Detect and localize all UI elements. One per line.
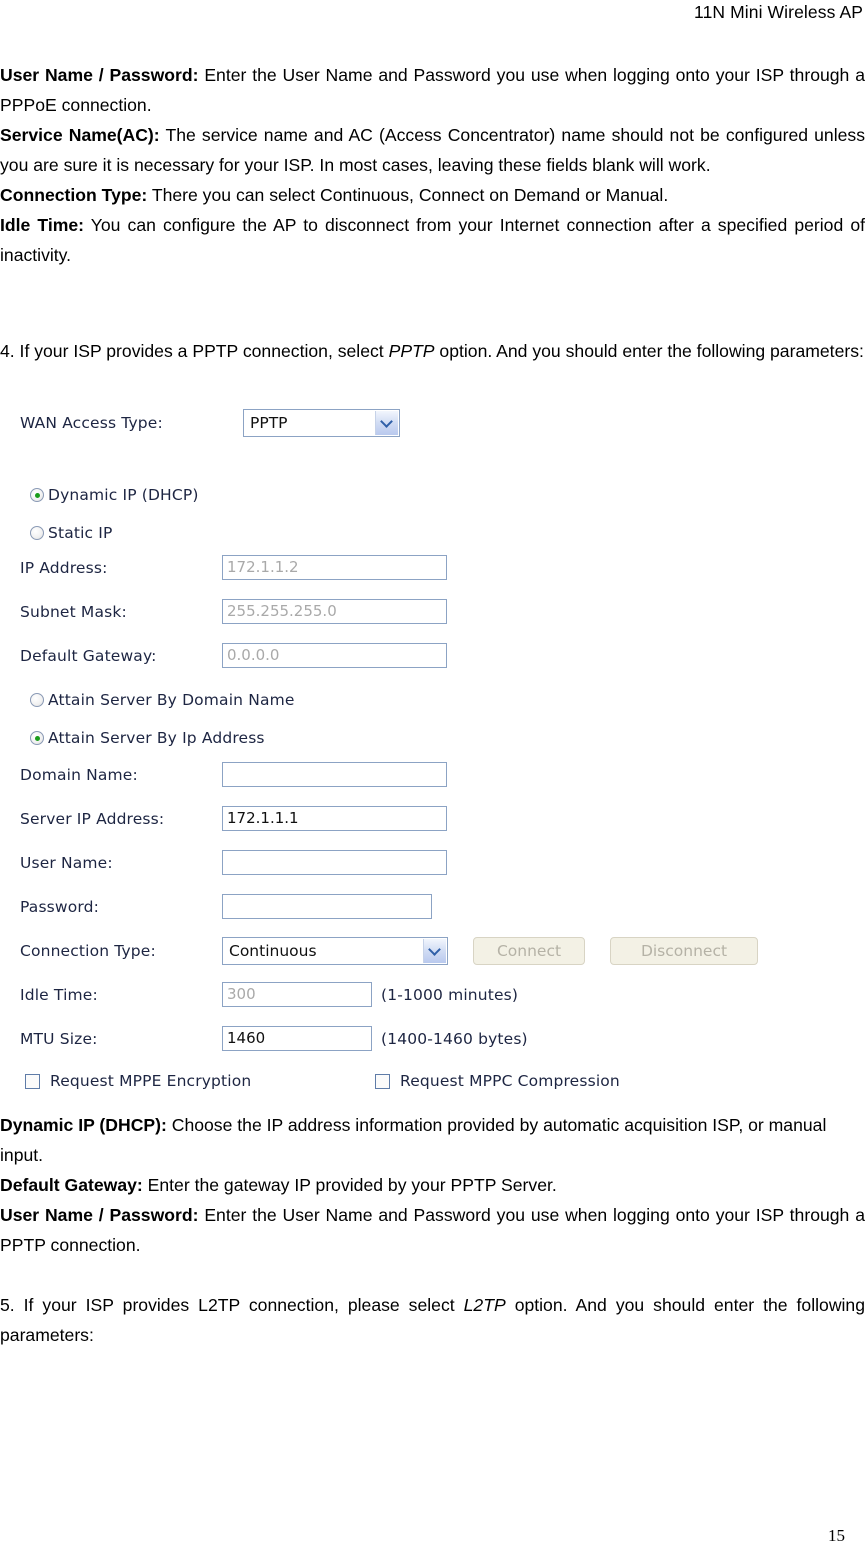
- checkbox-icon[interactable]: [375, 1074, 390, 1089]
- wan-access-type-select[interactable]: PPTP: [243, 409, 400, 437]
- server-ip-address-input[interactable]: 172.1.1.1: [222, 806, 447, 831]
- definition-item: User Name / Password: Enter the User Nam…: [0, 1200, 865, 1260]
- radio-button-icon[interactable]: [30, 488, 44, 502]
- definition-term: User Name / Password:: [0, 65, 199, 85]
- wan-access-type-value: PPTP: [250, 414, 288, 432]
- connection-type-row: Connection Type: Continuous Connect Disc…: [0, 936, 800, 966]
- user-name-label: User Name:: [20, 854, 113, 872]
- password-row: Password:: [0, 892, 800, 922]
- mtu-size-input[interactable]: 1460: [222, 1026, 372, 1051]
- definition-item: Default Gateway: Enter the gateway IP pr…: [0, 1170, 865, 1200]
- definition-item: User Name / Password: Enter the User Nam…: [0, 60, 865, 120]
- mtu-size-hint: (1400-1460 bytes): [381, 1030, 528, 1048]
- domain-name-input[interactable]: [222, 762, 447, 787]
- radio-button-icon[interactable]: [30, 731, 44, 745]
- user-name-input[interactable]: [222, 850, 447, 875]
- password-label: Password:: [20, 898, 99, 916]
- checkbox-request-mppe-encryption-label: Request MPPE Encryption: [50, 1072, 252, 1090]
- checkbox-request-mppc-compression[interactable]: Request MPPC Compression: [375, 1066, 620, 1096]
- definition-text: Enter the gateway IP provided by your PP…: [142, 1175, 557, 1195]
- checkbox-request-mppe-encryption[interactable]: Request MPPE Encryption: [25, 1066, 251, 1096]
- radio-static-ip[interactable]: Static IP: [30, 518, 113, 548]
- definition-term: Service Name(AC):: [0, 125, 160, 145]
- ip-address-input[interactable]: 172.1.1.2: [222, 555, 447, 580]
- step4-text-part1: 4. If your ISP provides a PPTP connectio…: [0, 341, 389, 361]
- password-input[interactable]: [222, 894, 432, 919]
- document-running-header: 11N Mini Wireless AP: [694, 2, 863, 22]
- user-name-row: User Name:: [0, 848, 800, 878]
- chevron-down-icon[interactable]: [423, 939, 446, 963]
- definition-item: Connection Type: There you can select Co…: [0, 180, 865, 210]
- subnet-mask-input[interactable]: 255.255.255.0: [222, 599, 447, 624]
- radio-button-icon[interactable]: [30, 693, 44, 707]
- definition-item: Idle Time: You can configure the AP to d…: [0, 210, 865, 270]
- ip-address-row: IP Address: 172.1.1.2: [0, 553, 800, 583]
- wan-access-type-label: WAN Access Type:: [20, 414, 163, 432]
- server-ip-address-row: Server IP Address: 172.1.1.1: [0, 804, 800, 834]
- radio-attain-server-by-domain-name-label: Attain Server By Domain Name: [48, 691, 295, 709]
- domain-name-row: Domain Name:: [0, 760, 800, 790]
- disconnect-button[interactable]: Disconnect: [610, 937, 758, 965]
- subnet-mask-row: Subnet Mask: 255.255.255.0: [0, 597, 800, 627]
- definition-text: There you can select Continuous, Connect…: [147, 185, 669, 205]
- paragraph-step-4: 4. If your ISP provides a PPTP connectio…: [0, 336, 865, 366]
- connect-button[interactable]: Connect: [473, 937, 585, 965]
- step4-text-part2: option. And you should enter the followi…: [434, 341, 864, 361]
- radio-attain-server-by-domain-name[interactable]: Attain Server By Domain Name: [30, 685, 295, 715]
- idle-time-input[interactable]: 300: [222, 982, 372, 1007]
- default-gateway-input[interactable]: 0.0.0.0: [222, 643, 447, 668]
- connection-type-select[interactable]: Continuous: [222, 937, 448, 965]
- default-gateway-label: Default Gateway:: [20, 647, 157, 665]
- definition-term: Connection Type:: [0, 185, 148, 205]
- checkbox-request-mppc-compression-label: Request MPPC Compression: [400, 1072, 620, 1090]
- definition-term: User Name / Password:: [0, 1205, 199, 1225]
- default-gateway-row: Default Gateway: 0.0.0.0: [0, 641, 800, 671]
- radio-attain-server-by-ip-address-label: Attain Server By Ip Address: [48, 729, 265, 747]
- domain-name-label: Domain Name:: [20, 766, 138, 784]
- radio-dynamic-ip-label: Dynamic IP (DHCP): [48, 486, 199, 504]
- paragraph-step-5: 5. If your ISP provides L2TP connection,…: [0, 1290, 865, 1350]
- idle-time-hint: (1-1000 minutes): [381, 986, 519, 1004]
- step4-emphasis: PPTP: [388, 341, 435, 361]
- definition-term: Idle Time:: [0, 215, 84, 235]
- definition-term: Default Gateway:: [0, 1175, 143, 1195]
- server-ip-address-label: Server IP Address:: [20, 810, 165, 828]
- page-number: 15: [828, 1526, 845, 1545]
- radio-attain-server-by-ip-address[interactable]: Attain Server By Ip Address: [30, 723, 265, 753]
- radio-button-icon[interactable]: [30, 526, 44, 540]
- wan-access-type-row: WAN Access Type: PPTP: [0, 408, 800, 438]
- definition-term: Dynamic IP (DHCP):: [0, 1115, 167, 1135]
- step5-emphasis: L2TP: [463, 1295, 506, 1315]
- pptp-definition-list: Dynamic IP (DHCP): Choose the IP address…: [0, 1110, 865, 1260]
- definition-item: Dynamic IP (DHCP): Choose the IP address…: [0, 1110, 865, 1170]
- radio-dynamic-ip[interactable]: Dynamic IP (DHCP): [30, 480, 199, 510]
- radio-static-ip-label: Static IP: [48, 524, 113, 542]
- connection-type-label: Connection Type:: [20, 942, 156, 960]
- definition-text: You can configure the AP to disconnect f…: [0, 215, 865, 265]
- chevron-down-icon[interactable]: [375, 411, 398, 435]
- checkbox-icon[interactable]: [25, 1074, 40, 1089]
- step5-text-part1: 5. If your ISP provides L2TP connection,…: [0, 1295, 464, 1315]
- pptp-wan-configuration-form: WAN Access Type: PPTP Dynamic IP (DHCP) …: [0, 408, 800, 1098]
- subnet-mask-label: Subnet Mask:: [20, 603, 127, 621]
- ip-address-label: IP Address:: [20, 559, 108, 577]
- definition-item: Service Name(AC): The service name and A…: [0, 120, 865, 180]
- idle-time-label: Idle Time:: [20, 986, 98, 1004]
- pppoe-definition-list: User Name / Password: Enter the User Nam…: [0, 60, 865, 270]
- connection-type-value: Continuous: [229, 942, 317, 960]
- mtu-size-label: MTU Size:: [20, 1030, 98, 1048]
- mtu-size-row: MTU Size: 1460 (1400-1460 bytes): [0, 1024, 800, 1054]
- idle-time-row: Idle Time: 300 (1-1000 minutes): [0, 980, 800, 1010]
